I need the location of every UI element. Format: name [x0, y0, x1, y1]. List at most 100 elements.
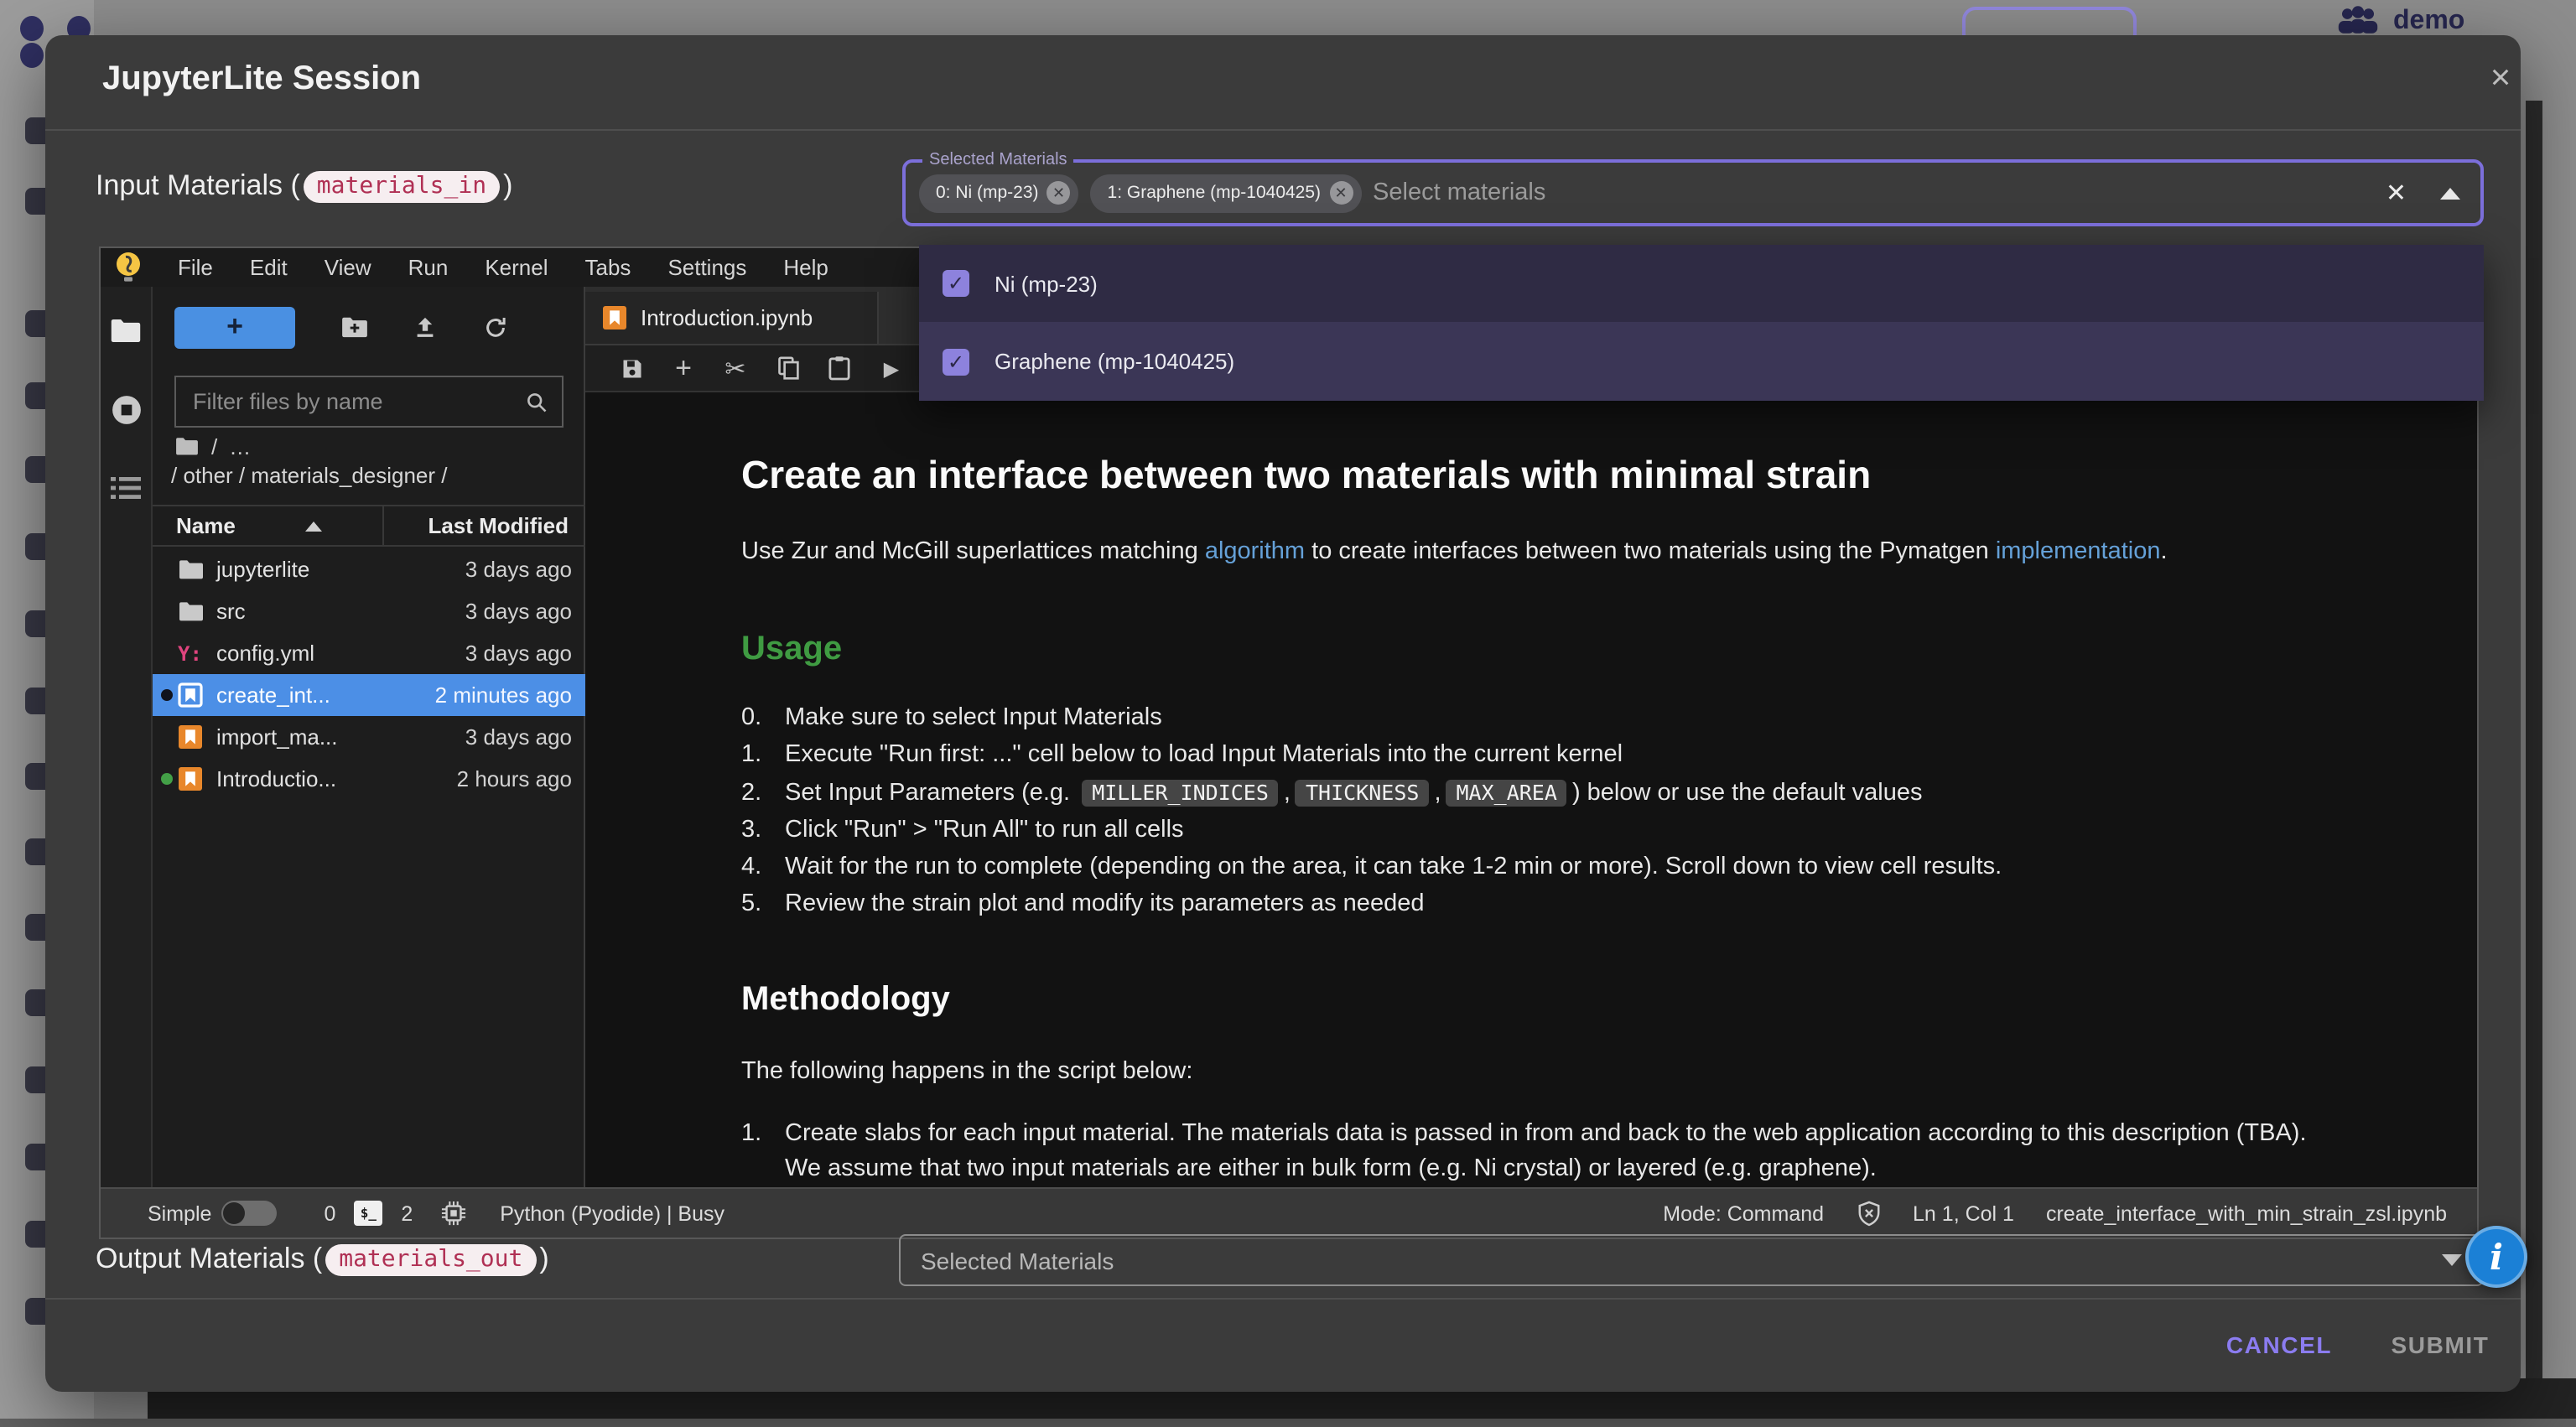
output-materials-prefix: Output Materials (: [96, 1243, 322, 1276]
checkbox-checked-icon[interactable]: ✓: [943, 270, 969, 297]
refresh-icon[interactable]: [460, 314, 530, 340]
implementation-link[interactable]: implementation: [1996, 538, 2161, 565]
output-select-value: Selected Materials: [921, 1247, 1114, 1274]
kernels-count: 2: [401, 1201, 413, 1225]
file-modified: 3 days ago: [465, 641, 572, 666]
collapse-arrow-icon[interactable]: [2440, 187, 2460, 199]
column-last-modified[interactable]: Last Modified: [428, 513, 585, 538]
status-dot: [161, 605, 173, 617]
item-text: Create slabs for each input material. Th…: [785, 1117, 2307, 1187]
menu-view[interactable]: View: [306, 255, 390, 280]
upload-icon[interactable]: [389, 314, 460, 340]
breadcrumb-root[interactable]: /: [211, 433, 217, 459]
material-chip[interactable]: 0: Ni (mp-23) ✕: [919, 174, 1079, 212]
yaml-file-icon: Y:: [178, 641, 205, 665]
option-ni[interactable]: ✓ Ni (mp-23): [919, 245, 2484, 322]
algorithm-link[interactable]: algorithm: [1205, 538, 1305, 565]
menu-run[interactable]: Run: [390, 255, 467, 280]
file-row[interactable]: jupyterlite 3 days ago: [153, 548, 585, 590]
new-launcher-button[interactable]: +: [174, 306, 295, 348]
option-label: Graphene (mp-1040425): [995, 349, 1234, 374]
file-browser-tab-icon[interactable]: [109, 317, 143, 344]
unsaved-dot: [161, 689, 173, 701]
menu-kernel[interactable]: Kernel: [466, 255, 566, 280]
methodology-heading: Methodology: [741, 981, 2410, 1020]
usage-item: 3. Click "Run" > "Run All" to run all ce…: [741, 815, 2410, 847]
item-number: 0.: [741, 703, 785, 734]
file-row[interactable]: src 3 days ago: [153, 590, 585, 632]
home-folder-icon[interactable]: [174, 436, 200, 456]
table-of-contents-tab-icon[interactable]: [111, 476, 141, 500]
file-row[interactable]: Y: config.yml 3 days ago: [153, 632, 585, 674]
menu-file[interactable]: File: [159, 255, 231, 280]
file-filter-box[interactable]: [174, 376, 564, 428]
copy-cells-icon[interactable]: [761, 355, 813, 381]
screen: demo JupyterLite Session × Input Materia…: [0, 0, 2576, 1427]
item-number: 1.: [741, 1117, 785, 1152]
statusbar-filename: create_interface_with_min_strain_zsl.ipy…: [2046, 1201, 2447, 1225]
code-thickness: THICKNESS: [1296, 780, 1429, 807]
output-materials-select[interactable]: Selected Materials: [899, 1234, 2484, 1286]
column-divider: [383, 505, 385, 547]
file-name: create_int...: [216, 682, 330, 708]
file-modified: 3 days ago: [465, 724, 572, 750]
methodology-intro: The following happens in the script belo…: [741, 1055, 2410, 1088]
chevron-down-icon: [2442, 1254, 2462, 1266]
sort-ascending-icon: [306, 521, 323, 531]
notebook-file-icon: [178, 724, 205, 750]
run-cell-icon[interactable]: ▶: [865, 356, 917, 380]
file-row[interactable]: import_ma... 3 days ago: [153, 716, 585, 758]
users-icon: [2336, 5, 2380, 37]
running-sessions-tab-icon[interactable]: [110, 394, 142, 426]
notebook-file-icon: [602, 305, 627, 330]
menu-tabs[interactable]: Tabs: [567, 255, 650, 280]
close-icon[interactable]: ×: [2477, 55, 2524, 102]
item-text: ,: [1434, 780, 1441, 807]
item-text: Set Input Parameters (e.g.: [785, 780, 1077, 807]
item-text: Set Input Parameters (e.g. MILLER_INDICE…: [785, 776, 1922, 810]
selected-materials-field[interactable]: Selected Materials 0: Ni (mp-23) ✕ 1: Gr…: [902, 159, 2484, 226]
mode-indicator: Mode: Command: [1663, 1201, 1824, 1225]
status-dot: [161, 647, 173, 659]
breadcrumb-ellipsis[interactable]: …: [229, 433, 251, 459]
select-materials-input[interactable]: [1373, 179, 2386, 206]
usage-item: 1. Execute "Run first: ..." cell below t…: [741, 739, 2410, 771]
running-kernel-dot: [161, 773, 173, 785]
input-materials-suffix: ): [503, 169, 512, 203]
simple-mode-toggle[interactable]: [221, 1201, 277, 1226]
file-row-selected[interactable]: create_int... 2 minutes ago: [153, 674, 585, 716]
materials-in-code-pill: materials_in: [304, 170, 500, 202]
cancel-button[interactable]: CANCEL: [2209, 1320, 2350, 1370]
add-cell-icon[interactable]: +: [657, 351, 709, 385]
folder-icon: [178, 558, 205, 580]
cut-cells-icon[interactable]: ✂: [709, 353, 761, 383]
file-filter-input[interactable]: [193, 389, 525, 414]
save-icon[interactable]: [605, 356, 657, 380]
terminal-icon: $_: [354, 1201, 382, 1226]
jupyter-statusbar: Simple 0 $_ 2 Python (Pyodide) | Busy Mo…: [101, 1187, 2477, 1238]
input-materials-prefix: Input Materials (: [96, 169, 300, 203]
material-chip-label: 1: Graphene (mp-1040425): [1108, 183, 1322, 203]
menu-help[interactable]: Help: [765, 255, 847, 280]
paste-cells-icon[interactable]: [813, 355, 865, 381]
breadcrumb-path[interactable]: / other / materials_designer /: [171, 461, 448, 491]
tab-introduction-ipynb[interactable]: Introduction.ipynb: [585, 292, 878, 344]
file-modified: 3 days ago: [465, 557, 572, 582]
chip-remove-icon[interactable]: ✕: [1047, 181, 1071, 205]
menu-settings[interactable]: Settings: [649, 255, 765, 280]
new-folder-icon[interactable]: [319, 315, 389, 339]
search-icon: [525, 390, 548, 413]
checkbox-checked-icon[interactable]: ✓: [943, 348, 969, 375]
intro-text: .: [2160, 538, 2167, 565]
clear-selection-icon[interactable]: ✕: [2386, 178, 2407, 208]
option-graphene[interactable]: ✓ Graphene (mp-1040425): [919, 322, 2484, 401]
material-chip[interactable]: 1: Graphene (mp-1040425) ✕: [1091, 174, 1362, 212]
jupyter-activity-rail: [101, 287, 153, 1187]
info-button[interactable]: i: [2465, 1226, 2527, 1288]
menu-edit[interactable]: Edit: [231, 255, 306, 280]
chip-remove-icon[interactable]: ✕: [1329, 181, 1353, 205]
file-row[interactable]: Introductio... 2 hours ago: [153, 758, 585, 800]
submit-button[interactable]: SUBMIT: [2370, 1320, 2511, 1370]
column-name[interactable]: Name: [153, 513, 236, 538]
item-number: 3.: [741, 815, 785, 847]
